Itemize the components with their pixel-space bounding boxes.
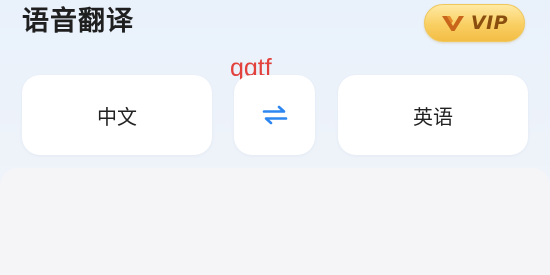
v-crown-icon <box>441 16 464 31</box>
target-language-button[interactable]: 英语 <box>338 75 528 155</box>
vip-label: VIP <box>470 12 509 34</box>
source-language-button[interactable]: 中文 <box>22 75 212 155</box>
target-language-label: 英语 <box>413 104 453 129</box>
source-language-label: 中文 <box>97 104 137 129</box>
swap-languages-button[interactable] <box>234 75 315 155</box>
vip-badge-button[interactable]: VIP <box>424 4 525 42</box>
content-panel <box>0 168 550 275</box>
swap-arrows-icon <box>262 105 287 125</box>
page-title: 语音翻译 <box>22 6 134 37</box>
